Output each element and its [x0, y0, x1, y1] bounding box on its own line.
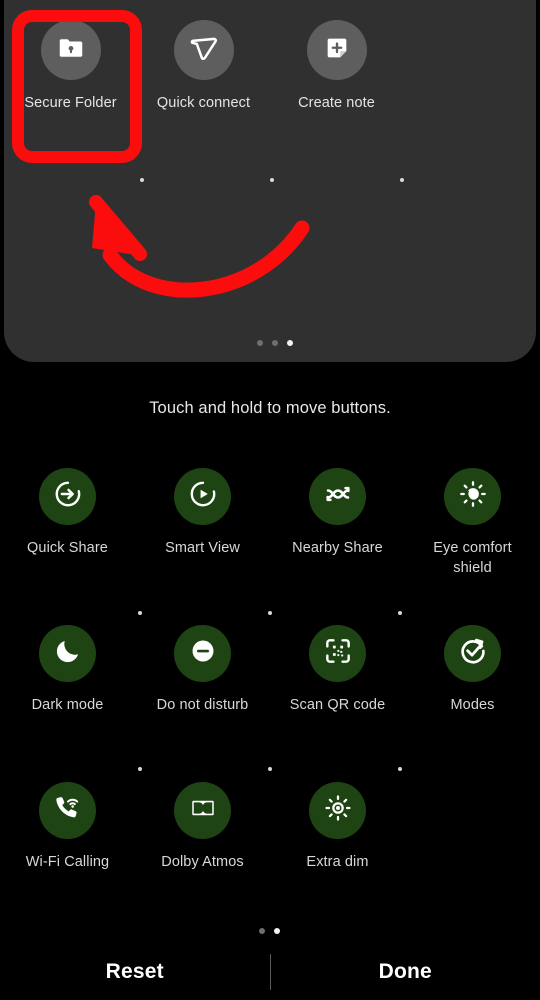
qs-tile-label: Eye comfort shield — [433, 540, 512, 577]
qs-tile-smart-view[interactable]: Smart View — [135, 468, 270, 579]
drop-dot — [270, 178, 274, 182]
page-dot[interactable] — [272, 340, 278, 346]
page-dot-active[interactable] — [274, 928, 280, 934]
qs-tile-dolby-atmos[interactable]: Dolby Atmos — [135, 782, 270, 872]
qs-tile-quick-share[interactable]: Quick Share — [0, 468, 135, 579]
qs-tile-label: Dark mode — [31, 697, 104, 713]
qs-tile-icon-wrap[interactable] — [39, 782, 96, 839]
shortcut-create-note[interactable]: Create note — [270, 20, 403, 114]
drop-dot — [140, 178, 144, 182]
drop-dot — [138, 767, 142, 771]
qs-tile-icon-wrap[interactable] — [174, 468, 231, 525]
shortcut-label: Secure Folder — [24, 95, 117, 111]
qs-tile-label: Dolby Atmos — [161, 854, 244, 870]
modes-icon — [457, 635, 489, 672]
drop-dot — [138, 611, 142, 615]
drop-target-dots-top — [4, 178, 536, 182]
qs-tile-label: Nearby Share — [292, 540, 383, 556]
qs-tile-label: Modes — [450, 697, 495, 713]
reset-button[interactable]: Reset — [0, 960, 270, 984]
dolby-atmos-icon — [188, 793, 218, 828]
scan-qr-code-icon — [322, 635, 354, 672]
qs-tile-label: Quick Share — [27, 540, 108, 556]
quick-share-icon — [52, 478, 84, 515]
qs-tile-empty-slot — [405, 782, 540, 872]
qs-tile-label: Smart View — [165, 540, 240, 556]
qs-tile-scan-qr-code[interactable]: Scan QR code — [270, 625, 405, 715]
done-button[interactable]: Done — [271, 960, 540, 984]
qs-tile-icon-wrap[interactable] — [174, 625, 231, 682]
qs-tile-icon-wrap[interactable] — [174, 782, 231, 839]
page-dot-active[interactable] — [287, 340, 293, 346]
drop-dot — [398, 611, 402, 615]
dark-mode-icon — [53, 636, 83, 671]
qs-tile-label: Scan QR code — [289, 697, 386, 713]
qs-tile-icon-wrap[interactable] — [309, 625, 366, 682]
qs-tile-modes[interactable]: Modes — [405, 625, 540, 715]
nearby-share-icon — [322, 478, 354, 515]
qs-tile-do-not-disturb[interactable]: Do not disturb — [135, 625, 270, 715]
shortcut-icon-wrap[interactable] — [40, 20, 101, 80]
wifi-calling-icon — [52, 792, 84, 829]
quick-settings-row-1: Quick Share Smart View Nearby Share Eye … — [0, 468, 540, 579]
panel-page-indicator[interactable] — [257, 340, 293, 346]
qs-tile-eye-comfort-shield[interactable]: Eye comfort shield — [405, 468, 540, 579]
quick-settings-row-3: Wi-Fi Calling Dolby Atmos Extra dim — [0, 782, 540, 872]
shortcut-icon-wrap[interactable] — [306, 20, 367, 80]
shortcut-secure-folder[interactable]: Secure Folder — [4, 20, 137, 114]
shortcut-quick-connect[interactable]: Quick connect — [137, 20, 270, 114]
qs-tile-label: Wi-Fi Calling — [25, 854, 110, 870]
quick-settings-page-indicator[interactable] — [259, 928, 280, 934]
qs-tile-nearby-share[interactable]: Nearby Share — [270, 468, 405, 579]
drop-target-dots-row2 — [0, 767, 540, 771]
quick-settings-row-2: Dark mode Do not disturb Scan QR code Mo… — [0, 625, 540, 715]
drop-dot — [398, 767, 402, 771]
move-buttons-hint: Touch and hold to move buttons. — [149, 399, 391, 417]
qs-tile-icon-wrap[interactable] — [309, 468, 366, 525]
qs-tile-icon-wrap[interactable] — [39, 625, 96, 682]
page-dot[interactable] — [257, 340, 263, 346]
shortcut-icon-wrap[interactable] — [173, 20, 234, 80]
qs-tile-icon-wrap[interactable] — [309, 782, 366, 839]
qs-tile-label: Do not disturb — [156, 697, 249, 713]
qs-tile-wifi-calling[interactable]: Wi-Fi Calling — [0, 782, 135, 872]
shortcut-label: Create note — [298, 95, 375, 111]
drop-dot — [268, 611, 272, 615]
drop-dot — [268, 767, 272, 771]
quick-settings-edit-screen: Secure Folder Quick connect Create note … — [0, 0, 540, 1000]
qs-tile-icon-wrap[interactable] — [444, 625, 501, 682]
smart-view-icon — [187, 478, 219, 515]
quick-connect-icon — [188, 32, 220, 69]
drop-target-dots-row1 — [0, 611, 540, 615]
qs-tile-icon-wrap[interactable] — [39, 468, 96, 525]
qs-tile-extra-dim[interactable]: Extra dim — [270, 782, 405, 872]
create-note-icon — [323, 34, 351, 67]
shortcut-label: Quick connect — [156, 95, 251, 111]
qs-tile-icon-wrap[interactable] — [444, 468, 501, 525]
page-dot[interactable] — [259, 928, 265, 934]
do-not-disturb-icon — [188, 636, 218, 671]
top-shortcut-panel: Secure Folder Quick connect Create note — [4, 0, 536, 362]
eye-comfort-shield-icon — [457, 478, 489, 515]
qs-tile-dark-mode[interactable]: Dark mode — [0, 625, 135, 715]
secure-folder-icon — [56, 33, 86, 68]
qs-tile-label: Extra dim — [306, 854, 369, 870]
bottom-action-bar: Reset Done — [0, 944, 540, 1000]
extra-dim-icon — [322, 792, 354, 829]
drop-dot — [400, 178, 404, 182]
top-shortcut-grid: Secure Folder Quick connect Create note — [4, 20, 536, 114]
